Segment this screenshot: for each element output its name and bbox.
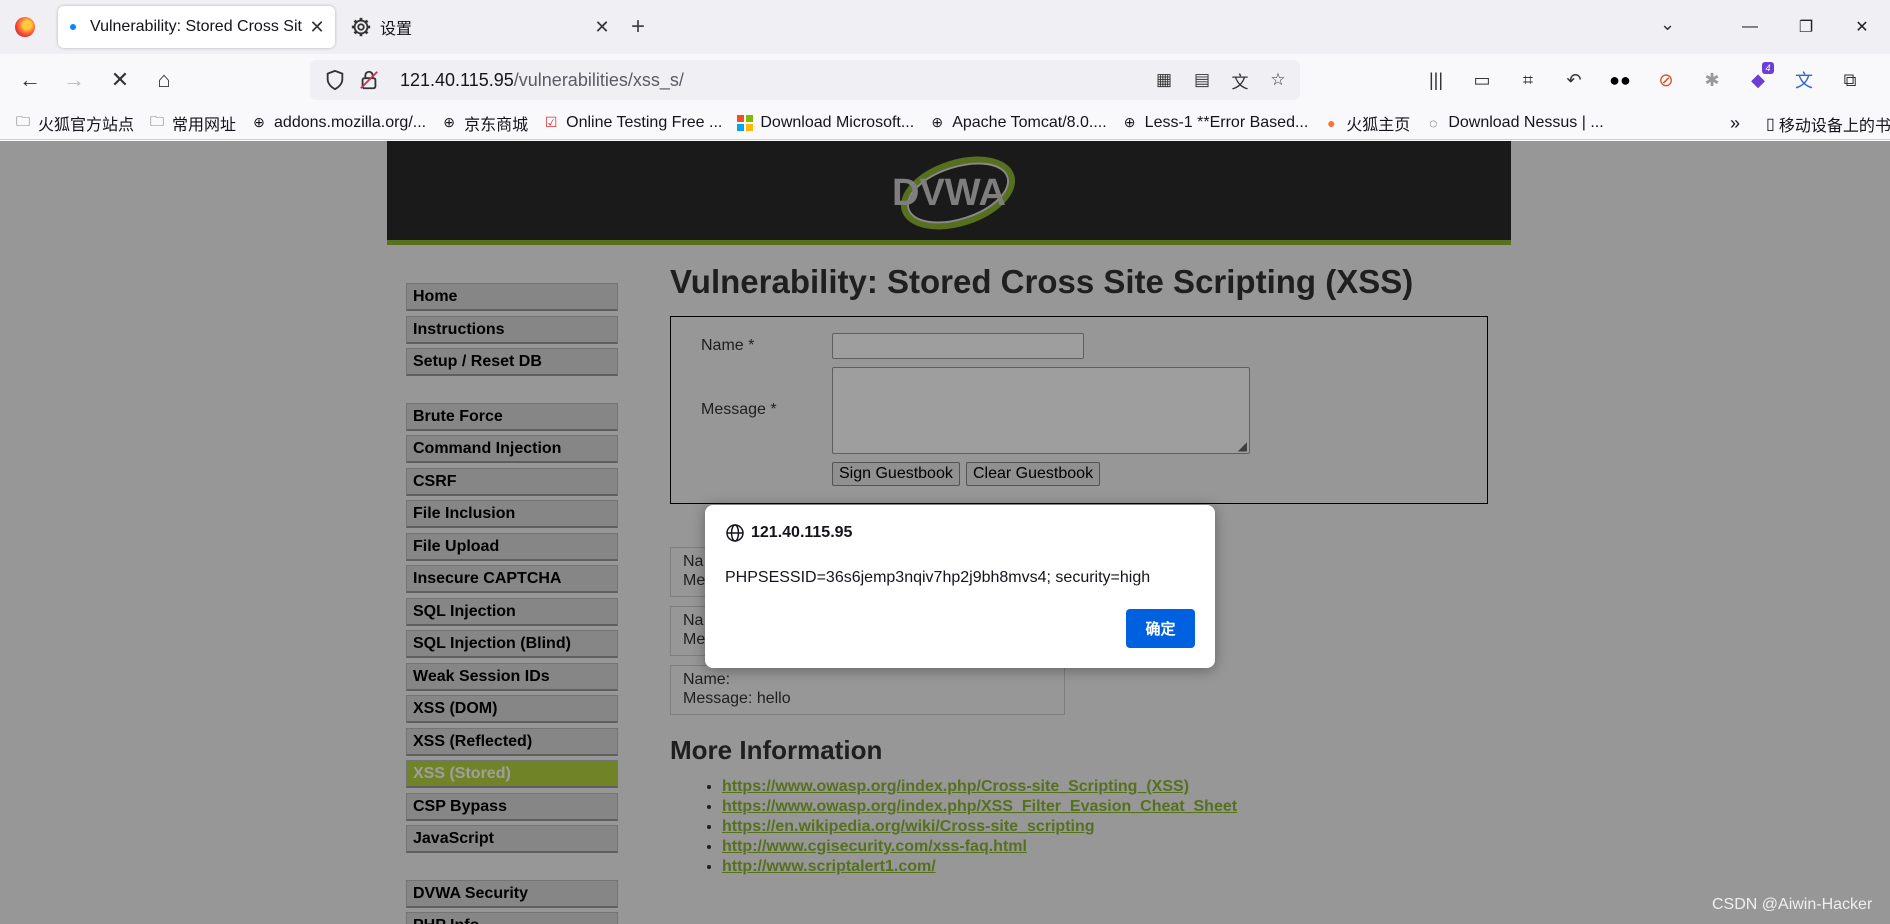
- globe-icon: ⊕: [931, 114, 944, 130]
- firefox-view-button[interactable]: [0, 6, 50, 48]
- translate-extension-icon[interactable]: 文: [1788, 64, 1820, 96]
- bug-extension-icon[interactable]: ✱: [1696, 64, 1728, 96]
- bookmark-item[interactable]: ⊕ addons.mozilla.org/...: [250, 114, 426, 132]
- bookmark-label: 火狐官方站点: [38, 116, 135, 134]
- close-window-button[interactable]: ✕: [1834, 17, 1890, 37]
- bookmark-label: 京东商城: [464, 116, 529, 134]
- microsoft-icon: [736, 114, 754, 132]
- sidebar-icon[interactable]: ▭: [1466, 64, 1498, 96]
- home-icon[interactable]: ⌂: [148, 64, 180, 96]
- back-arrow-icon[interactable]: ←: [14, 64, 46, 96]
- library-icon[interactable]: |||: [1420, 64, 1452, 96]
- globe-icon: ⊕: [443, 114, 455, 130]
- hackbar-icon[interactable]: ◆ 4: [1742, 62, 1774, 96]
- list-all-tabs-chevron-icon[interactable]: ⌄: [1660, 14, 1675, 35]
- ok-button[interactable]: 确定: [1126, 609, 1195, 648]
- bookmark-label: Less-1 **Error Based...: [1144, 113, 1309, 131]
- translate-icon[interactable]: 文: [1228, 68, 1252, 92]
- bookmarks-toolbar: 🗀 火狐官方站点 🗀 常用网址 ⊕ addons.mozilla.org/... ⊕ 京…: [0, 106, 1890, 140]
- bookmark-item[interactable]: ◌ Download Nessus | ...: [1424, 113, 1604, 132]
- menu-icon[interactable]: ≡: [1880, 64, 1890, 96]
- extensions-puzzle-icon[interactable]: ⧉: [1834, 64, 1866, 96]
- bookmark-star-icon[interactable]: ☆: [1266, 68, 1290, 92]
- bookmark-label: Online Testing Free ...: [566, 113, 723, 131]
- page-viewport: DVWA Home Instructions Setup / Reset DB …: [0, 141, 1890, 924]
- address-bar[interactable]: 121.40.115.95/vulnerabilities/xss_s/ ▦ ▤…: [310, 60, 1300, 100]
- url-text[interactable]: 121.40.115.95/vulnerabilities/xss_s/: [400, 70, 684, 91]
- insecure-lock-icon[interactable]: [358, 69, 380, 91]
- tab-title: 设置: [380, 21, 413, 38]
- bookmark-item[interactable]: ⊕ 京东商城: [440, 111, 528, 135]
- bookmark-label: addons.mozilla.org/...: [274, 113, 427, 131]
- loading-dot-icon: [70, 24, 76, 30]
- dialog-message: PHPSESSID=36s6jemp3nqiv7hp2j9bh8mvs4; se…: [725, 569, 1151, 586]
- reader-view-icon[interactable]: ▤: [1190, 68, 1214, 92]
- extension-badge: 4: [1762, 62, 1774, 74]
- phone-icon: ▯: [1766, 116, 1775, 133]
- bookmark-item[interactable]: ⊕ Less-1 **Error Based...: [1121, 114, 1309, 132]
- globe-icon: ⊕: [1123, 114, 1136, 130]
- bookmark-item[interactable]: Download Microsoft...: [736, 114, 914, 132]
- alert-dialog: 121.40.115.95 PHPSESSID=36s6jemp3nqiv7hp…: [705, 505, 1215, 668]
- shield-icon[interactable]: [324, 69, 346, 91]
- close-tab-icon[interactable]: ✕: [590, 17, 614, 38]
- tab-title: Vulnerability: Stored Cross Sit: [90, 18, 302, 35]
- checkbox-icon: ☑: [544, 114, 558, 130]
- restore-button[interactable]: ❐: [1778, 17, 1834, 37]
- bookmark-item[interactable]: ⊕ Apache Tomcat/8.0....: [928, 114, 1106, 132]
- bookmark-label: Download Nessus | ...: [1448, 113, 1604, 131]
- watermark: CSDN @Aiwin-Hacker: [1712, 896, 1873, 913]
- bookmark-label: 移动设备上的书: [1778, 118, 1890, 135]
- folder-icon: 🗀: [16, 112, 30, 129]
- firefox-icon: [15, 17, 35, 37]
- globe-icon: [726, 524, 744, 542]
- bookmark-item[interactable]: 🗀 火狐官方站点: [14, 111, 134, 135]
- firefox-icon: ●: [1327, 114, 1336, 131]
- extension-toolbar: ||| ▭ ⌗ ↶ ●● ⊘ ✱ ◆4 文 ⧉ ≡: [1420, 62, 1890, 96]
- block-extension-icon[interactable]: ⊘: [1650, 64, 1682, 96]
- more-bookmarks-chevron-icon[interactable]: »: [1730, 113, 1740, 134]
- dialog-origin: 121.40.115.95: [725, 523, 852, 543]
- tab-bar: Vulnerability: Stored Cross Sit ✕ 设置 ✕ +…: [0, 0, 1890, 54]
- tampermonkey-icon[interactable]: ●●: [1604, 64, 1636, 96]
- stop-loading-icon[interactable]: ✕: [104, 64, 136, 96]
- gear-icon: [351, 17, 371, 37]
- globe-icon: ⊕: [253, 114, 265, 130]
- window-controls: — ❐ ✕: [1722, 0, 1890, 54]
- bookmark-item[interactable]: 🗀 常用网址: [148, 111, 236, 135]
- mobile-bookmarks-folder[interactable]: ▯ 移动设备上的书: [1766, 112, 1890, 136]
- qr-code-icon[interactable]: ▦: [1152, 68, 1176, 92]
- bookmark-label: 常用网址: [172, 116, 237, 134]
- tab-xss-stored[interactable]: Vulnerability: Stored Cross Sit ✕: [58, 6, 335, 48]
- nessus-icon: ◌: [1429, 114, 1438, 131]
- folder-icon: 🗀: [150, 112, 165, 129]
- forward-arrow-icon[interactable]: →: [58, 64, 90, 96]
- bookmark-label: Download Microsoft...: [760, 113, 915, 131]
- minimize-button[interactable]: —: [1722, 18, 1778, 36]
- undo-icon[interactable]: ↶: [1558, 64, 1590, 96]
- bookmark-label: 火狐主页: [1346, 116, 1411, 134]
- bookmark-item[interactable]: ● 火狐主页: [1322, 111, 1410, 135]
- new-tab-button[interactable]: +: [631, 14, 645, 40]
- bookmark-label: Apache Tomcat/8.0....: [952, 113, 1107, 131]
- url-path: /vulnerabilities/xss_s/: [513, 69, 684, 90]
- dialog-origin-text: 121.40.115.95: [751, 524, 853, 541]
- url-host: 121.40.115.95: [400, 69, 514, 90]
- close-tab-icon[interactable]: ✕: [305, 17, 329, 38]
- crop-screenshot-icon[interactable]: ⌗: [1512, 64, 1544, 96]
- bookmark-item[interactable]: ☑ Online Testing Free ...: [542, 113, 723, 132]
- navigation-toolbar: ← → ✕ ⌂ 121.40.115.95/vulnerabilities/xs…: [0, 54, 1890, 106]
- tab-settings[interactable]: 设置 ✕: [338, 6, 620, 48]
